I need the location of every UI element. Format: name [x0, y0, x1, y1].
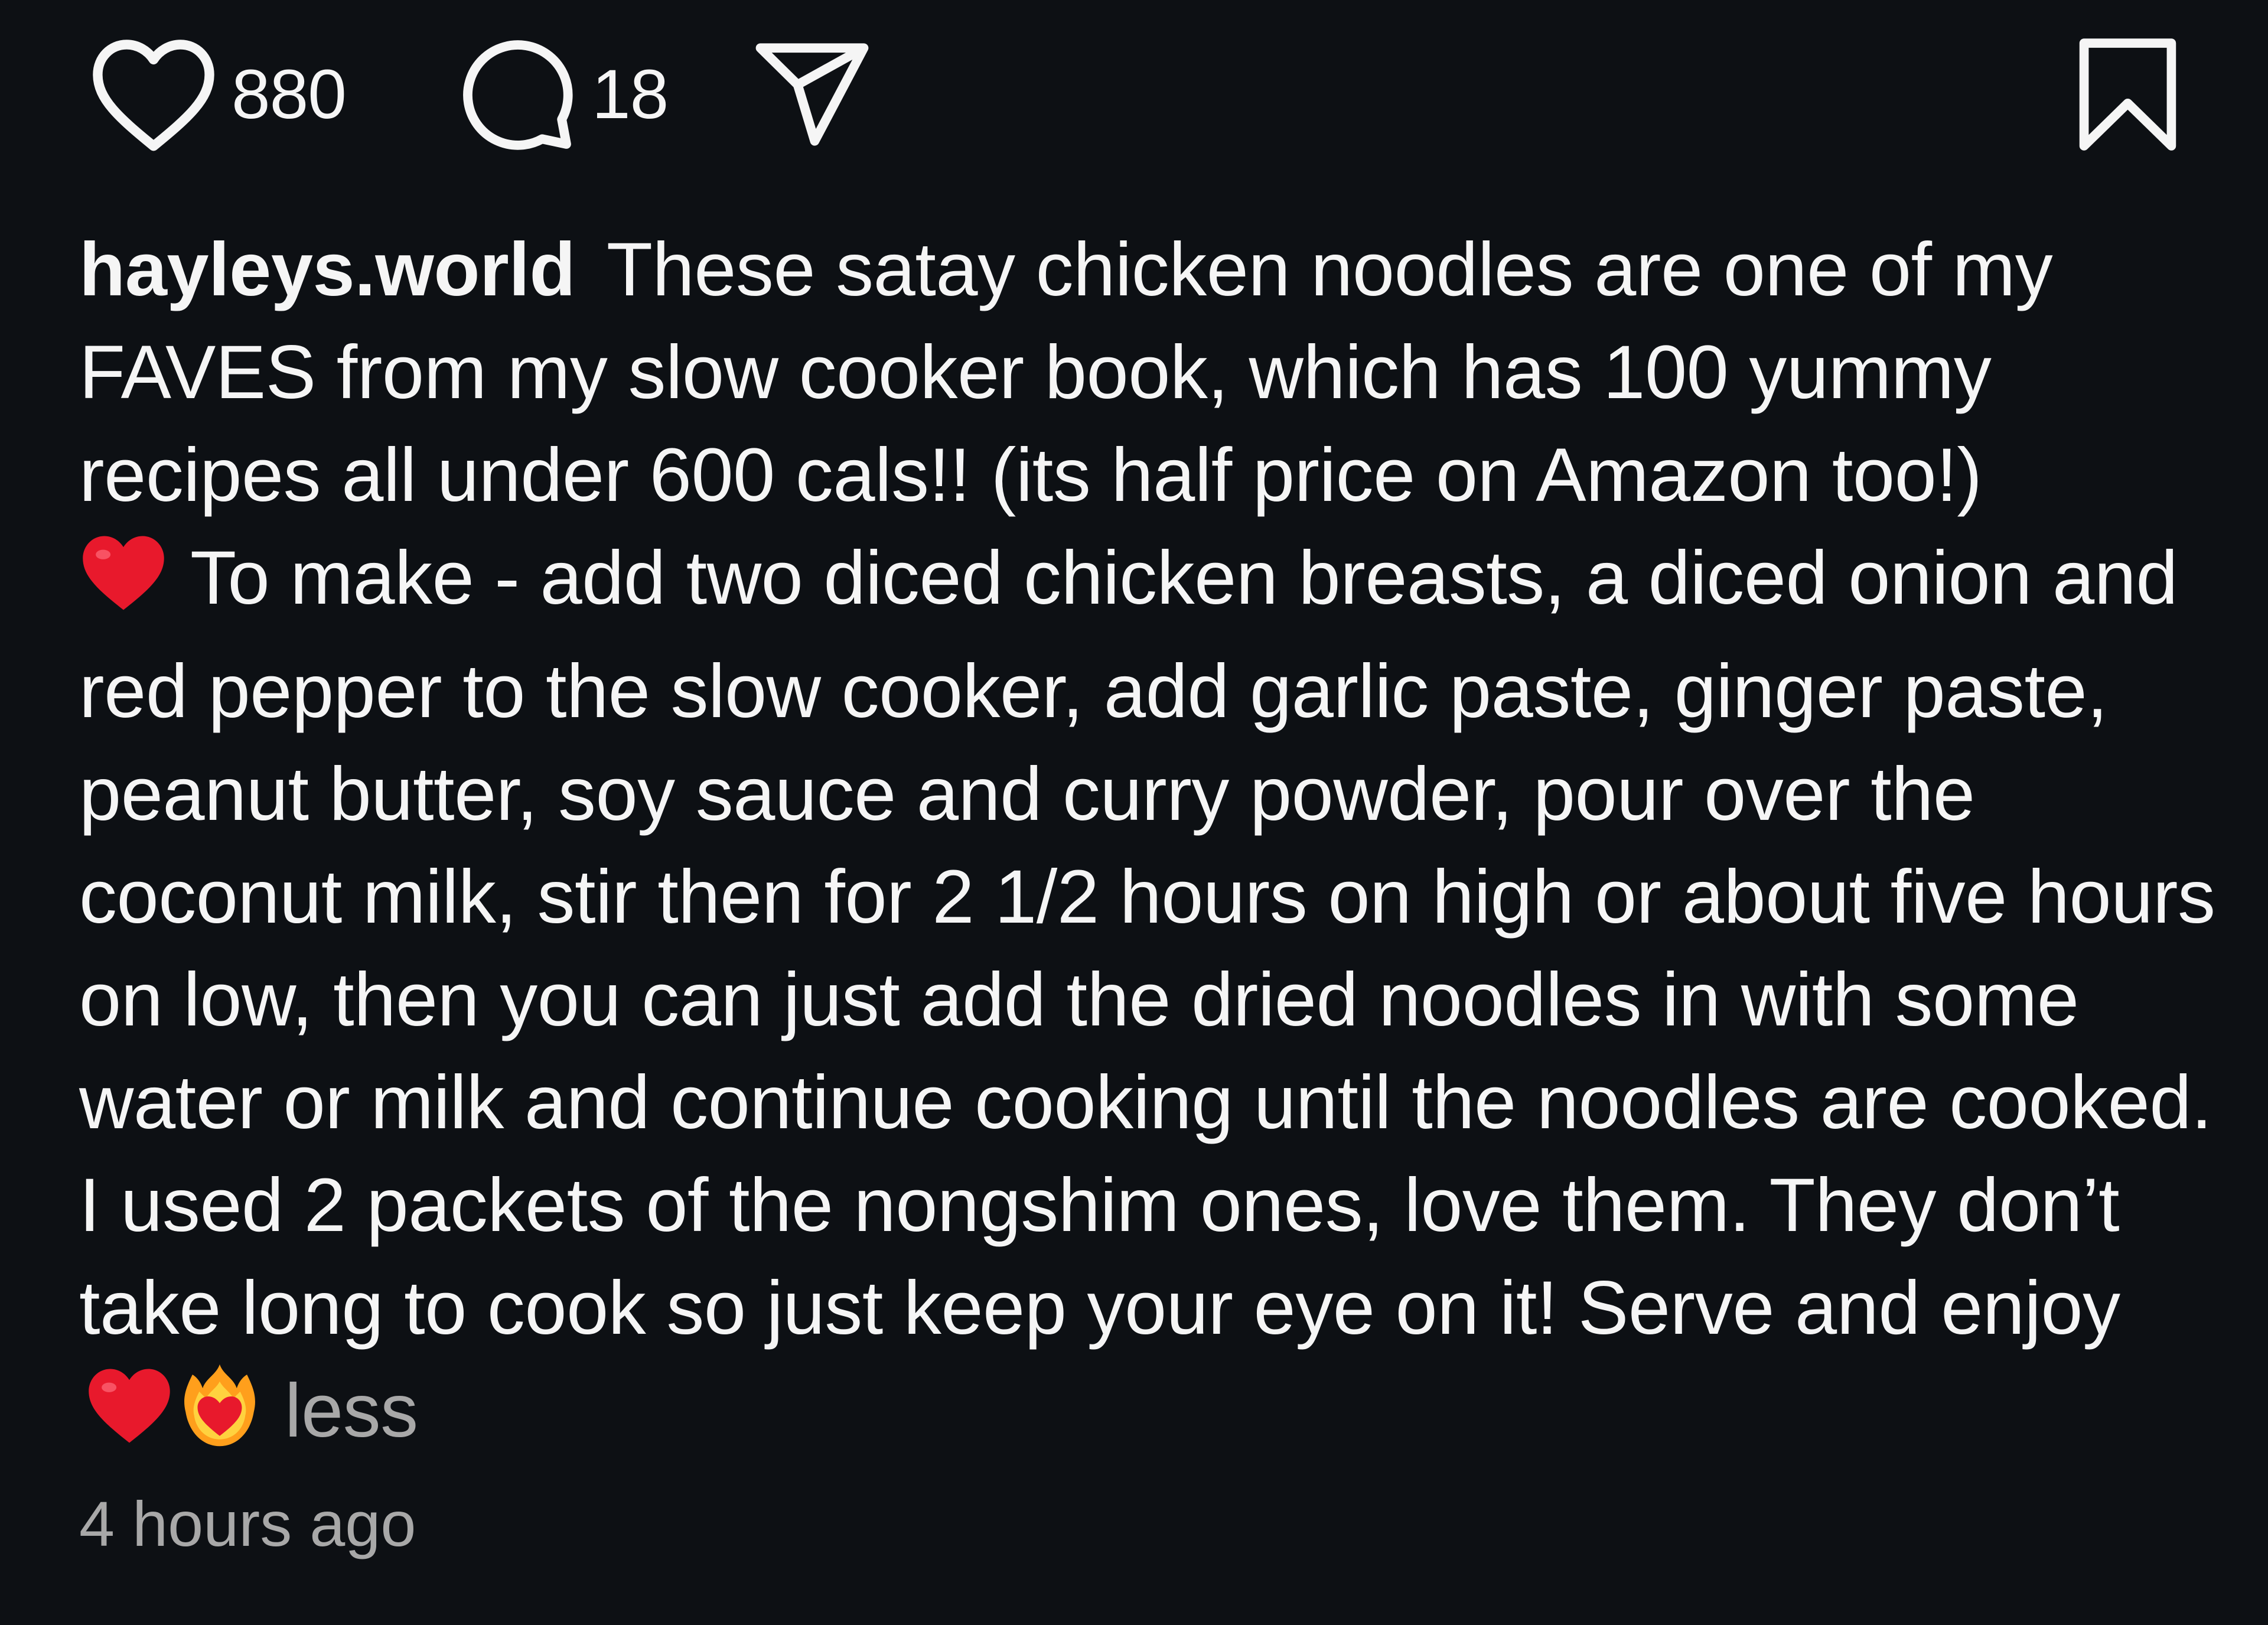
red-heart-emoji-icon — [85, 1365, 174, 1473]
send-icon[interactable] — [750, 32, 874, 157]
red-heart-emoji-icon — [79, 532, 168, 640]
post-timestamp: 4 hours ago — [79, 1488, 416, 1559]
heart-icon[interactable] — [89, 35, 219, 154]
save-button[interactable] — [2076, 24, 2179, 165]
post-username[interactable]: hayleys.world — [79, 227, 576, 312]
less-toggle-link[interactable]: less — [285, 1369, 418, 1453]
bookmark-icon[interactable] — [2076, 35, 2179, 154]
share-button[interactable] — [750, 24, 874, 165]
heart-on-fire-emoji-icon — [178, 1361, 261, 1476]
comment-count[interactable]: 18 — [592, 60, 669, 129]
post-action-bar: 880 18 — [89, 24, 2179, 165]
comment-button[interactable]: 18 — [455, 24, 669, 165]
post-caption: hayleys.world These satay chicken noodle… — [79, 219, 2217, 1476]
caption-text-part2: To make - add two diced chicken breasts,… — [79, 536, 2215, 1350]
like-count[interactable]: 880 — [232, 60, 347, 129]
comment-icon[interactable] — [455, 32, 579, 157]
like-button[interactable]: 880 — [89, 24, 347, 165]
